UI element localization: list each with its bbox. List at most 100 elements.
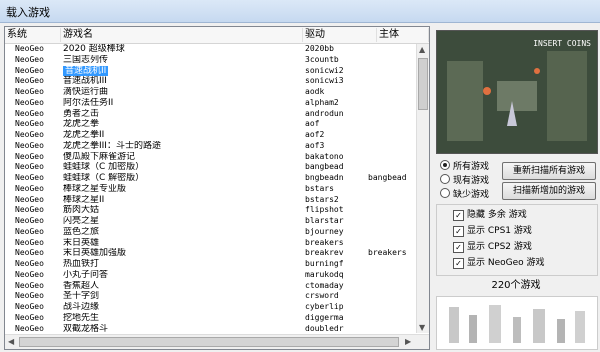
cell-driver: burningf <box>305 259 344 268</box>
cell-system: NeoGeo <box>15 44 44 53</box>
table-row[interactable]: NeoGeo 末日英雄加强版 breakrev breakers <box>5 248 417 259</box>
scroll-down-icon[interactable]: ▼ <box>419 323 425 332</box>
vertical-scrollbar[interactable]: ▲ ▼ <box>416 44 429 333</box>
cell-driver: bangbead <box>305 162 344 172</box>
table-row[interactable]: NeoGeo 音速战机III sonicwi3 <box>5 76 417 87</box>
table-row[interactable]: NeoGeo 龙虎之拳II aof2 <box>5 130 417 141</box>
table-row[interactable]: NeoGeo 闪亮之星 blarstar <box>5 216 417 227</box>
cell-name: 双截龙格斗 <box>63 323 109 334</box>
cell-name: 热血铁打 <box>63 259 100 269</box>
table-row[interactable]: NeoGeo 傻瓜殿下麻雀游记 bakatono <box>5 152 417 163</box>
cell-system: NeoGeo <box>15 302 44 311</box>
cell-name: 龙虎之拳III：斗士的路途 <box>63 140 161 151</box>
column-header-name[interactable]: 游戏名 <box>61 28 303 42</box>
radio-icon <box>440 188 450 198</box>
cell-name: 三国志列传 <box>63 54 109 65</box>
cell-system: NeoGeo <box>15 312 44 322</box>
checkbox-hide-extra[interactable]: ✓ 隐藏 多余 游戏 <box>453 209 527 222</box>
rescan-all-button[interactable]: 重新扫描所有游戏 <box>502 162 596 180</box>
table-row[interactable]: NeoGeo 棒球之星专业版 bstars <box>5 184 417 195</box>
horizontal-scroll-thumb[interactable] <box>19 337 399 347</box>
table-row[interactable]: NeoGeo 阿尔法任务II alpham2 <box>5 98 417 109</box>
cell-system: NeoGeo <box>15 205 44 215</box>
cell-driver: marukodq <box>305 269 344 279</box>
game-count: 220个游戏 <box>491 280 541 291</box>
radio-selected-icon <box>440 160 450 170</box>
table-row[interactable]: NeoGeo 小丸子问答 marukodq <box>5 270 417 281</box>
cell-name: 挖地先生 <box>63 312 100 323</box>
cell-system: NeoGeo <box>15 130 44 139</box>
cell-driver: aodk <box>305 87 325 96</box>
cell-parent: breakers <box>368 248 407 258</box>
table-row[interactable]: NeoGeo 末日英雄 breakers <box>5 238 417 249</box>
table-row[interactable]: NeoGeo 香蕉超人 ctomaday <box>5 281 417 292</box>
column-header-parent[interactable]: 主体 <box>377 28 429 42</box>
cell-driver: bstars2 <box>305 194 339 204</box>
table-row[interactable]: NeoGeo 龙虎之拳III：斗士的路途 aof3 <box>5 141 417 152</box>
cell-driver: 3countb <box>305 54 339 64</box>
checkbox-show-cps1[interactable]: ✓ 显示 CPS1 游戏 <box>453 225 532 238</box>
checkbox-checked-icon: ✓ <box>453 258 464 269</box>
filter-radio-group: 所有游戏 现有游戏 缺少游戏 重新扫描所有游戏 扫描新增加的游戏 <box>436 158 596 200</box>
table-row[interactable]: NeoGeo 龙虎之拳 aof <box>5 119 417 130</box>
scroll-left-icon[interactable]: ◀ <box>8 337 14 346</box>
table-row[interactable]: NeoGeo 筋肉大姑 flipshot <box>5 205 417 216</box>
cell-system: NeoGeo <box>15 248 44 258</box>
logo-graphic <box>449 305 585 343</box>
radio-missing-games[interactable]: 缺少游戏 <box>440 188 489 200</box>
table-row[interactable]: NeoGeo 勇者之击 androdun <box>5 109 417 120</box>
table-row[interactable]: NeoGeo 热血铁打 burningf <box>5 259 417 270</box>
cell-driver: bjourney <box>305 226 344 236</box>
cell-system: NeoGeo <box>15 173 44 182</box>
cell-system: NeoGeo <box>15 269 44 279</box>
cell-name: 2020 超级棒球 <box>63 44 125 54</box>
scroll-right-icon[interactable]: ▶ <box>405 337 411 346</box>
table-row[interactable]: NeoGeo 蛙蛙球（C 解密版） bngbeadn bangbead <box>5 173 417 184</box>
table-row[interactable]: NeoGeo 战斗边缘 cyberlip <box>5 302 417 313</box>
checkbox-show-neogeo[interactable]: ✓ 显示 NeoGeo 游戏 <box>453 257 545 270</box>
cell-name: 蛙蛙球（C 解密版） <box>63 173 145 183</box>
cell-system: NeoGeo <box>15 87 44 96</box>
cell-driver: flipshot <box>305 205 344 215</box>
list-header: 系统 游戏名 驱动 主体 <box>5 27 429 44</box>
scroll-up-icon[interactable]: ▲ <box>419 45 425 54</box>
cell-system: NeoGeo <box>15 194 44 204</box>
cell-system: NeoGeo <box>15 280 44 290</box>
preview-image <box>437 31 597 153</box>
cell-name: 战斗边缘 <box>63 302 100 312</box>
table-row[interactable]: NeoGeo 圣十字剑 crsword <box>5 291 417 302</box>
radio-icon <box>440 174 450 184</box>
vertical-scroll-thumb[interactable] <box>418 58 428 110</box>
table-row[interactable]: NeoGeo 双截龙格斗 doubledr <box>5 324 417 334</box>
cell-driver: sonicwi3 <box>305 76 344 86</box>
cell-system: NeoGeo <box>15 226 44 236</box>
cell-system: NeoGeo <box>15 76 44 86</box>
radio-all-games[interactable]: 所有游戏 <box>440 160 489 172</box>
column-header-driver[interactable]: 驱动 <box>303 28 377 42</box>
cell-driver: blarstar <box>305 216 344 225</box>
table-row[interactable]: NeoGeo 滴快运行曲 aodk <box>5 87 417 98</box>
table-row[interactable]: NeoGeo 蓝色之旅 bjourney <box>5 227 417 238</box>
radio-present-games[interactable]: 现有游戏 <box>440 174 489 186</box>
table-row[interactable]: NeoGeo 棒球之星II bstars2 <box>5 195 417 206</box>
table-row[interactable]: NeoGeo 挖地先生 diggerma <box>5 313 417 324</box>
cell-name: 棒球之星II <box>63 194 105 205</box>
cell-driver: sonicwi2 <box>305 65 344 75</box>
table-row[interactable]: NeoGeo 音速战机II sonicwi2 <box>5 65 417 77</box>
table-row[interactable]: NeoGeo 蛙蛙球（C 加密版） bangbead <box>5 162 417 173</box>
cell-system: NeoGeo <box>15 162 44 172</box>
cell-name: 筋肉大姑 <box>63 205 100 216</box>
game-list[interactable]: 系统 游戏名 驱动 主体 NeoGeo 2020 超级棒球 2020bb NeoGeo… <box>4 26 430 350</box>
column-header-system[interactable]: 系统 <box>5 28 61 42</box>
scan-new-button[interactable]: 扫描新增加的游戏 <box>502 182 596 200</box>
table-row[interactable]: NeoGeo 2020 超级棒球 2020bb <box>5 44 417 55</box>
cell-system: NeoGeo <box>15 291 44 301</box>
game-preview: INSERT COINS <box>436 30 598 154</box>
checkbox-show-cps2[interactable]: ✓ 显示 CPS2 游戏 <box>453 241 532 254</box>
table-row[interactable]: NeoGeo 三国志列传 3countb <box>5 55 417 66</box>
cell-system: NeoGeo <box>15 183 44 193</box>
cell-driver: cyberlip <box>305 302 344 311</box>
horizontal-scrollbar[interactable]: ◀ ▶ <box>5 334 429 349</box>
cell-driver: breakers <box>305 237 344 247</box>
checkbox-checked-icon: ✓ <box>453 226 464 237</box>
